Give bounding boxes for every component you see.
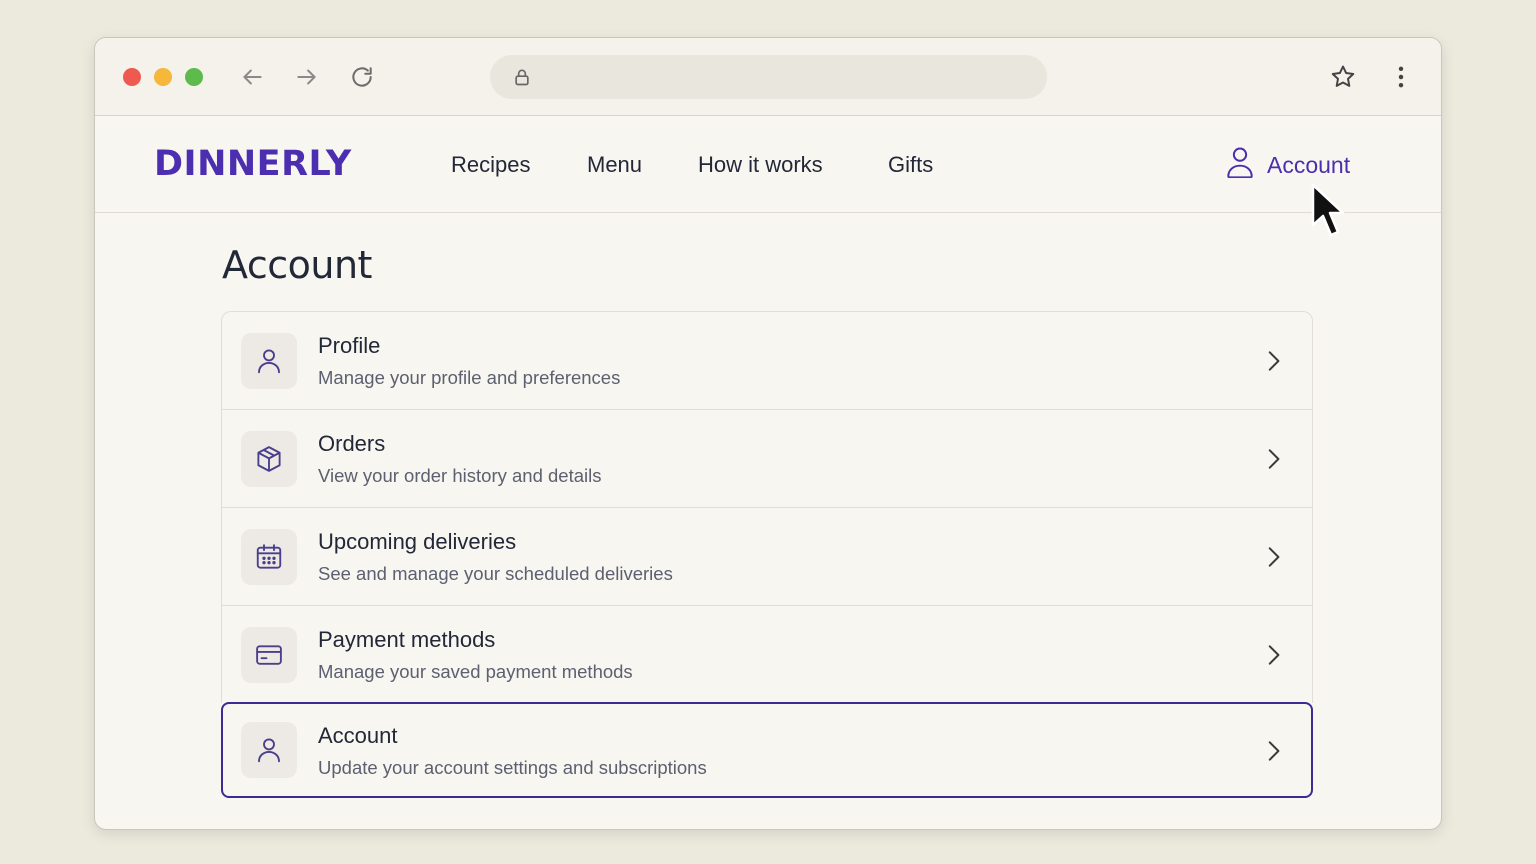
mouse-cursor-icon (1311, 183, 1347, 244)
list-item-title: Account (318, 723, 398, 748)
star-icon (1331, 65, 1355, 87)
lock-icon (512, 67, 532, 92)
dinnerly-logo[interactable]: DINNERLY (154, 144, 352, 184)
box-icon (241, 431, 297, 487)
list-item-title: Upcoming deliveries (318, 529, 517, 554)
chevron-right-icon (1260, 738, 1286, 769)
list-item-orders[interactable]: Orders View your order history and detai… (221, 409, 1313, 507)
browser-menu-button[interactable] (1387, 63, 1415, 91)
list-item-account[interactable]: Account Update your account settings and… (221, 702, 1313, 798)
list-item-description: Manage your profile and preferences (318, 367, 621, 388)
nav-how-it-works[interactable]: How it works (698, 152, 823, 178)
arrow-left-icon (243, 69, 262, 85)
list-item-title: Profile (318, 333, 381, 358)
nav-recipes[interactable]: Recipes (451, 152, 530, 178)
nav-account-link[interactable]: Account (1225, 146, 1350, 184)
close-window-button[interactable] (123, 68, 141, 86)
list-item-description: Update your account settings and subscri… (318, 757, 707, 778)
user-icon (1225, 146, 1255, 184)
nav-account-label: Account (1267, 151, 1351, 178)
address-bar[interactable] (490, 55, 1047, 99)
list-item-profile[interactable]: Profile Manage your profile and preferen… (221, 311, 1313, 409)
chevron-right-icon (1260, 348, 1286, 379)
browser-window: DINNERLY Recipes Menu How it works Gifts… (94, 37, 1442, 830)
nav-menu[interactable]: Menu (587, 152, 642, 178)
list-item-description: See and manage your scheduled deliveries (318, 563, 673, 584)
list-item-title: Payment methods (318, 627, 496, 652)
chevron-right-icon (1260, 544, 1286, 575)
list-item-description: View your order history and details (318, 465, 602, 486)
credit-card-icon (241, 627, 297, 683)
back-button[interactable] (238, 63, 266, 91)
account-menu-list: Profile Manage your profile and preferen… (221, 311, 1313, 798)
chevron-right-icon (1260, 642, 1286, 673)
kebab-menu-icon (1398, 66, 1404, 88)
user-icon (241, 722, 297, 778)
list-item-description: Manage your saved payment methods (318, 661, 633, 682)
bookmark-button[interactable] (1329, 63, 1357, 91)
arrow-right-icon (297, 69, 316, 85)
list-item-title: Orders (318, 431, 386, 456)
nav-gifts[interactable]: Gifts (888, 152, 933, 178)
site-header: DINNERLY Recipes Menu How it works Gifts… (95, 116, 1441, 213)
forward-button[interactable] (293, 63, 321, 91)
reload-icon (352, 67, 372, 87)
calendar-icon (241, 529, 297, 585)
list-item-upcoming-deliveries[interactable]: Upcoming deliveries See and manage your … (221, 507, 1313, 605)
chevron-right-icon (1260, 446, 1286, 477)
reload-button[interactable] (348, 63, 376, 91)
browser-toolbar (95, 38, 1441, 116)
minimize-window-button[interactable] (154, 68, 172, 86)
list-item-payment-methods[interactable]: Payment methods Manage your saved paymen… (221, 605, 1313, 703)
user-icon (241, 333, 297, 389)
page-title: Account (222, 243, 372, 287)
maximize-window-button[interactable] (185, 68, 203, 86)
